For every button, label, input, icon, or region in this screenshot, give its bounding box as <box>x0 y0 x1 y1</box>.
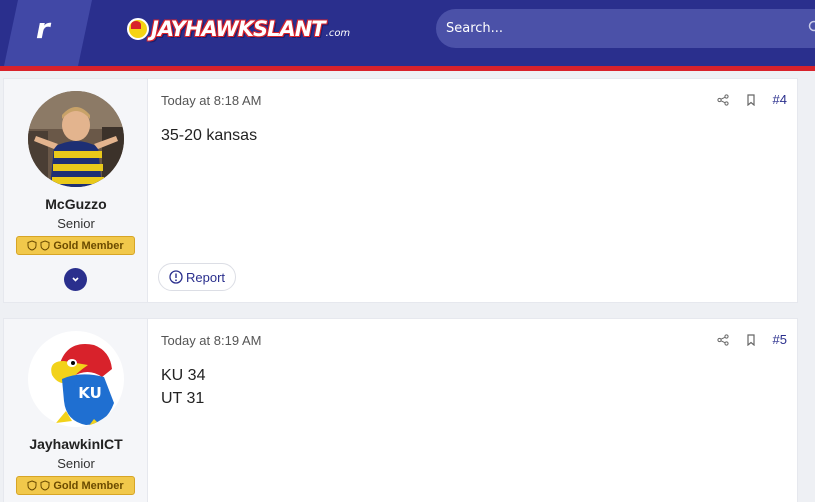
badge-label: Gold Member <box>53 239 124 252</box>
search-input[interactable] <box>446 9 796 48</box>
post-user-info: KU JayhawkinICT Senior Gold Member <box>4 319 148 502</box>
site-tld: .com <box>325 27 351 39</box>
post-content: Today at 8:18 AM #4 35-20 kansas Report <box>149 79 797 302</box>
avatar[interactable] <box>28 91 124 187</box>
user-title: Senior <box>57 216 95 231</box>
chevron-down-icon <box>72 277 79 282</box>
post-body-line: KU 34 <box>161 367 206 384</box>
shield-icon <box>40 480 50 491</box>
post-timestamp[interactable]: Today at 8:18 AM <box>161 93 261 108</box>
shield-icon <box>27 480 37 491</box>
username[interactable]: McGuzzo <box>4 196 148 212</box>
post-number-link[interactable]: #4 <box>773 92 787 107</box>
shield-icon <box>27 240 37 251</box>
share-icon[interactable] <box>716 93 729 106</box>
post-4: McGuzzo Senior Gold Member Today at 8:18… <box>3 78 798 303</box>
post-5: KU JayhawkinICT Senior Gold Member Today… <box>3 318 798 502</box>
expand-user-info-button[interactable] <box>64 268 87 291</box>
post-body-line: 35-20 kansas <box>161 127 258 144</box>
jayhawk-logo-icon <box>127 18 149 40</box>
post-content: Today at 8:19 AM #5 KU 34 UT 31 <box>149 319 797 502</box>
site-header: r JAYHAWKSLANT .com <box>0 0 815 66</box>
post-number-link[interactable]: #5 <box>773 332 787 347</box>
username[interactable]: JayhawkinICT <box>4 436 148 452</box>
bookmark-icon[interactable] <box>745 93 757 106</box>
post-user-info: McGuzzo Senior Gold Member <box>4 79 148 302</box>
post-actions: #4 <box>716 92 787 107</box>
post-timestamp[interactable]: Today at 8:19 AM <box>161 333 261 348</box>
avatar-text: KU <box>78 384 102 402</box>
post-body: 35-20 kansas <box>161 124 257 147</box>
site-name: JAYHAWKSLANT <box>151 17 326 41</box>
post-actions: #5 <box>716 332 787 347</box>
header-stripe <box>0 66 815 71</box>
report-label: Report <box>186 269 226 285</box>
report-button[interactable]: Report <box>158 263 237 291</box>
avatar[interactable]: KU <box>28 331 124 427</box>
gold-member-badge: Gold Member <box>16 476 135 495</box>
shield-icon <box>40 240 50 251</box>
rivals-logo[interactable]: r <box>36 12 50 45</box>
bookmark-icon[interactable] <box>745 333 757 346</box>
site-logo[interactable]: JAYHAWKSLANT .com <box>127 14 350 44</box>
post-body: KU 34 UT 31 <box>161 364 205 410</box>
gold-member-badge: Gold Member <box>16 236 135 255</box>
search-icon[interactable] <box>808 20 815 34</box>
user-title: Senior <box>57 456 95 471</box>
post-body-line: UT 31 <box>161 390 205 407</box>
badge-label: Gold Member <box>53 479 124 492</box>
share-icon[interactable] <box>716 333 729 346</box>
info-icon <box>169 270 183 284</box>
search-bar[interactable] <box>436 9 815 48</box>
